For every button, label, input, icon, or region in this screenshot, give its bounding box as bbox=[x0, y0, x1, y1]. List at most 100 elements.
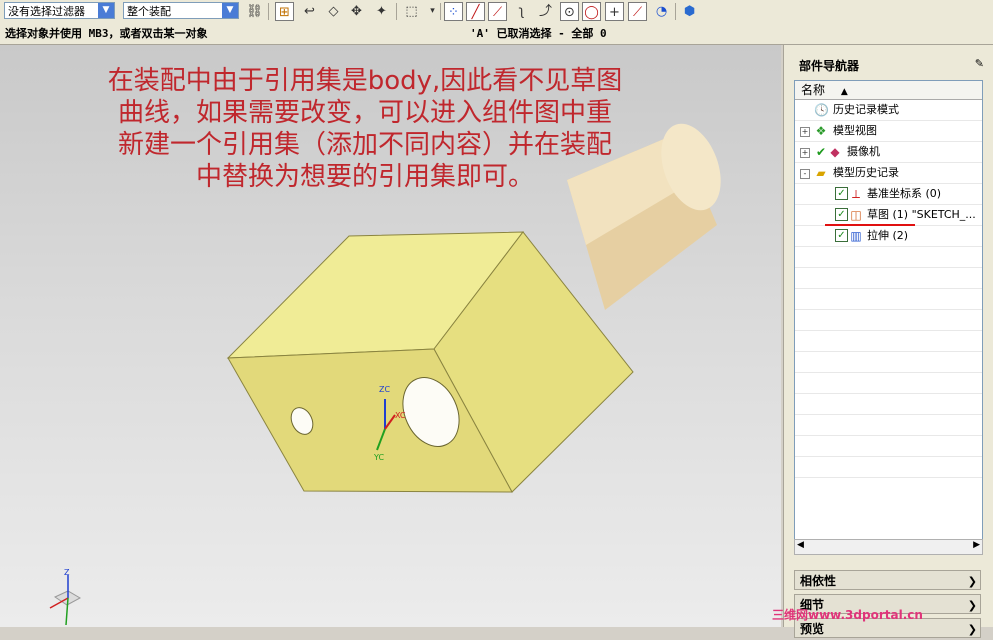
check-icon: ✔ bbox=[815, 145, 827, 159]
tree-item-label: 拉伸 (2) bbox=[867, 229, 909, 242]
box-select-icon[interactable]: ⬚ bbox=[402, 2, 421, 21]
expand-toggle[interactable]: + bbox=[800, 127, 810, 137]
snap-icon[interactable]: ⊞ bbox=[275, 2, 294, 21]
triad-zc-label: ZC bbox=[379, 385, 390, 394]
tree-item-sketch[interactable]: ✓ ◫ 草图 (1) "SKETCH_... bbox=[795, 205, 982, 226]
expand-toggle[interactable]: - bbox=[800, 169, 810, 179]
graphics-viewport[interactable]: ZC YC XC Z 在装配中由于引用集是body,因此看不见草图 曲线，如果需… bbox=[0, 45, 781, 627]
select-icon[interactable]: ✥ bbox=[347, 2, 366, 21]
cube-icon[interactable]: ⬢ bbox=[680, 2, 699, 21]
triad-xc-label: XC bbox=[395, 411, 406, 420]
toolbar-divider bbox=[675, 3, 676, 20]
section-label: 相依性 bbox=[800, 574, 837, 588]
tree-empty-row bbox=[795, 373, 982, 394]
watermark: 三维网www.3dportal.cn bbox=[772, 608, 923, 622]
tree-empty-row bbox=[795, 331, 982, 352]
view-icon[interactable]: ◔ bbox=[652, 2, 671, 21]
chevron-down-icon: ▼ bbox=[98, 3, 114, 18]
navigator-tree[interactable]: 名称 ▲ 🕓 历史记录模式 + ❖ 模型视图 + ✔ ◆ 摄像机 - ▰ 模型历… bbox=[794, 80, 983, 544]
part-navigator-panel: 部件导航器 ✎ 名称 ▲ 🕓 历史记录模式 + ❖ 模型视图 + ✔ ◆ 摄像机… bbox=[783, 45, 993, 638]
toolbar-divider bbox=[440, 3, 441, 20]
annotation-line: 新建一个引用集（添加不同内容）并在装配 bbox=[117, 130, 612, 160]
annotation-text: 在装配中由于引用集是body,因此看不见草图 曲线，如果需要改变，可以进入组件图… bbox=[40, 65, 690, 193]
tree-item-label: 模型历史记录 bbox=[833, 166, 899, 179]
clock-icon: 🕓 bbox=[814, 103, 829, 117]
undo-icon[interactable]: ↩ bbox=[300, 2, 319, 21]
tree-item-datum-csys[interactable]: ✓ ⟂ 基准坐标系 (0) bbox=[795, 184, 982, 205]
camera-icon: ◆ bbox=[830, 145, 840, 159]
tree-empty-row bbox=[795, 268, 982, 289]
panel-title: 部件导航器 bbox=[799, 59, 860, 73]
tree-empty-row bbox=[795, 394, 982, 415]
annotation-line: 在装配中由于引用集是body,因此看不见草图 bbox=[107, 66, 623, 96]
selection-scope-dropdown[interactable]: 整个装配 ▼ bbox=[123, 2, 239, 19]
line-icon[interactable]: ╱ bbox=[466, 2, 485, 21]
sort-ascending-icon: ▲ bbox=[840, 87, 848, 97]
status-message: 'A' 已取消选择 - 全部 0 bbox=[470, 27, 607, 40]
tree-empty-row bbox=[795, 436, 982, 457]
tree-empty-row bbox=[795, 415, 982, 436]
circle-center-icon[interactable]: ⊙ bbox=[560, 2, 579, 21]
status-bar: 选择对象并使用 MB3，或者双击某一对象 'A' 已取消选择 - 全部 0 bbox=[0, 24, 993, 45]
block-body bbox=[226, 231, 634, 493]
tree-empty-row bbox=[795, 247, 982, 268]
triad-yc-label: YC bbox=[373, 453, 384, 462]
arc-icon[interactable]: ⤴ bbox=[536, 2, 555, 21]
tree-empty-row bbox=[795, 310, 982, 331]
column-header-label: 名称 bbox=[801, 83, 826, 97]
slash-icon[interactable]: ⟋ bbox=[488, 2, 507, 21]
sketch-icon: ◫ bbox=[850, 208, 862, 222]
annotation-line: 中替换为想要的引用集即可。 bbox=[195, 162, 534, 192]
main-toolbar: 没有选择过滤器 ▼ 整个装配 ▼ ⛓ ⊞ ↩ ◇ ✥ ✦ ⬚ ▾ ⁘ ╱ ⟋ ʅ… bbox=[0, 0, 993, 25]
select-filter-icon[interactable]: ⛓ bbox=[245, 2, 264, 21]
expand-toggle[interactable]: + bbox=[800, 148, 810, 158]
pin-icon[interactable]: ✎ bbox=[975, 57, 984, 70]
scroll-left-icon[interactable]: ◀ bbox=[797, 540, 804, 550]
tree-item-label: 历史记录模式 bbox=[833, 103, 899, 116]
horizontal-scrollbar[interactable]: ◀ ▶ bbox=[794, 539, 983, 555]
plus-icon[interactable]: + bbox=[605, 2, 624, 21]
scroll-right-icon[interactable]: ▶ bbox=[973, 540, 980, 550]
chevron-down-icon: ▼ bbox=[222, 3, 238, 18]
tree-item-label: 草图 (1) "SKETCH_... bbox=[867, 208, 976, 221]
annotation-line: 曲线，如果需要改变，可以进入组件图中重 bbox=[117, 98, 612, 128]
move-icon[interactable]: ✦ bbox=[372, 2, 391, 21]
tree-item-model-history[interactable]: - ▰ 模型历史记录 bbox=[795, 163, 982, 184]
tree-item-label: 模型视图 bbox=[833, 124, 877, 137]
curve-icon[interactable]: ʅ bbox=[512, 2, 531, 21]
model-views-icon: ❖ bbox=[815, 124, 827, 138]
toolbar-divider bbox=[268, 3, 269, 20]
selection-filter-dropdown[interactable]: 没有选择过滤器 ▼ bbox=[4, 2, 115, 19]
tree-item-camera[interactable]: + ✔ ◆ 摄像机 bbox=[795, 142, 982, 163]
folder-icon: ▰ bbox=[816, 166, 826, 180]
toolbar-divider bbox=[396, 3, 397, 20]
chevron-down-icon: ❯ bbox=[967, 623, 977, 636]
section-label: 预览 bbox=[800, 622, 825, 636]
chevron-down-icon: ❯ bbox=[967, 599, 977, 612]
view-triad-z-label: Z bbox=[64, 568, 70, 577]
circle-icon[interactable]: ◯ bbox=[582, 2, 601, 21]
tree-item-label: 基准坐标系 (0) bbox=[867, 187, 942, 200]
tree-item-model-views[interactable]: + ❖ 模型视图 bbox=[795, 121, 982, 142]
selection-scope-value: 整个装配 bbox=[127, 5, 171, 18]
section-dependencies[interactable]: 相依性 ❯ bbox=[794, 570, 981, 590]
tree-item-label: 摄像机 bbox=[847, 145, 880, 158]
tree-empty-row bbox=[795, 457, 982, 478]
snap-point-icon[interactable]: ⁘ bbox=[444, 2, 463, 21]
selection-filter-value: 没有选择过滤器 bbox=[8, 5, 85, 18]
extrude-icon: ▥ bbox=[850, 229, 862, 243]
visibility-checkbox[interactable]: ✓ bbox=[835, 187, 848, 200]
tangent-icon[interactable]: ⟋ bbox=[628, 2, 647, 21]
tree-empty-row bbox=[795, 289, 982, 310]
chevron-down-icon: ❯ bbox=[967, 575, 977, 588]
tree-empty-row bbox=[795, 352, 982, 373]
status-prompt: 选择对象并使用 MB3，或者双击某一对象 bbox=[5, 27, 208, 40]
tree-item-history-mode[interactable]: 🕓 历史记录模式 bbox=[795, 100, 982, 121]
view-triad: Z bbox=[49, 568, 82, 626]
visibility-checkbox[interactable]: ✓ bbox=[835, 208, 848, 221]
datum-csys-icon: ⟂ bbox=[851, 187, 860, 201]
visibility-checkbox[interactable]: ✓ bbox=[835, 229, 848, 242]
eraser-icon[interactable]: ◇ bbox=[324, 2, 343, 21]
column-header-name[interactable]: 名称 ▲ bbox=[795, 81, 982, 100]
tree-item-extrude[interactable]: ✓ ▥ 拉伸 (2) bbox=[795, 226, 982, 247]
